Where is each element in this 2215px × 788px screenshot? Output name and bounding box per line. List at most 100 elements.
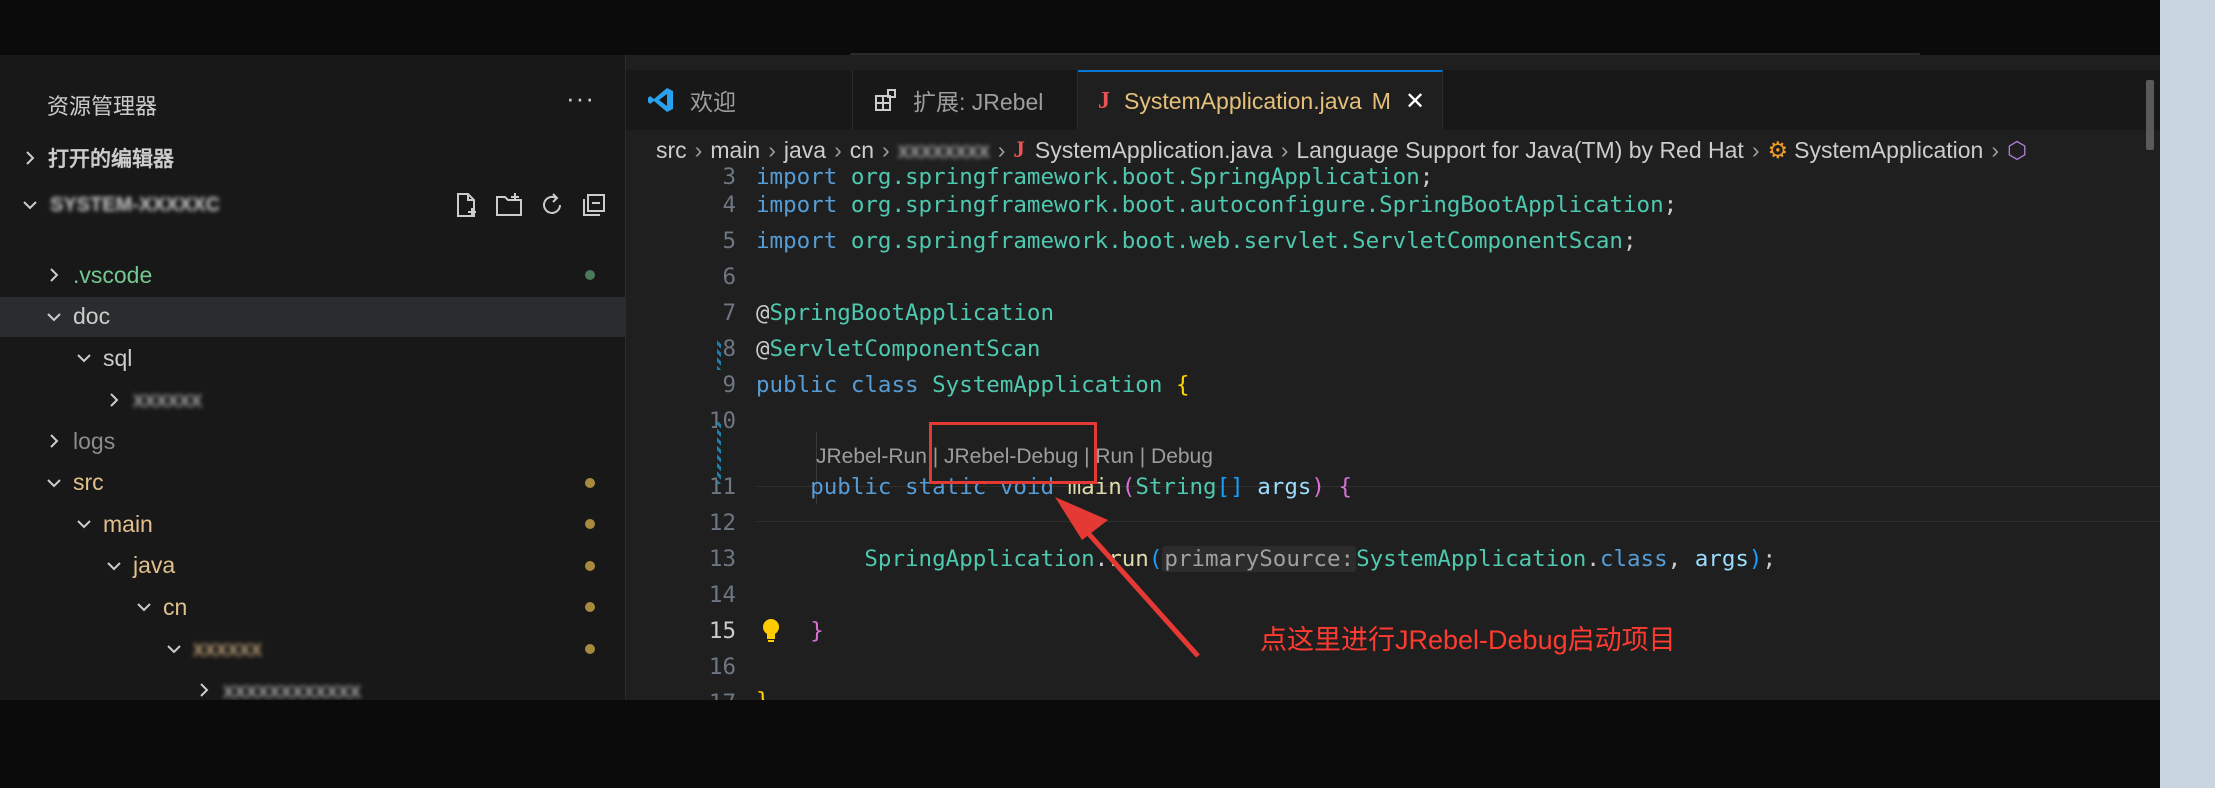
- explorer-actions: [452, 185, 608, 225]
- line-number: 4: [722, 192, 736, 218]
- git-status-dot: [585, 560, 595, 571]
- breadcrumb-item[interactable]: src: [656, 137, 687, 164]
- tree-item[interactable]: src: [0, 463, 625, 503]
- breadcrumb-item[interactable]: SystemApplication: [1794, 137, 1983, 164]
- line-number: 5: [722, 228, 736, 254]
- chevron-right-icon: [43, 430, 65, 452]
- annotation-text: 点这里进行JRebel-Debug启动项目: [1260, 625, 1676, 655]
- chevron-down-icon: [73, 513, 95, 535]
- tree-item[interactable]: main: [0, 504, 625, 544]
- chevron-right-icon: ›: [768, 136, 776, 163]
- modified-indicator: M: [1371, 87, 1391, 114]
- code-line: SpringApplication.run(primarySource:Syst…: [864, 546, 1777, 572]
- desktop-background-strip: [2160, 0, 2215, 788]
- open-editors-label: 打开的编辑器: [48, 148, 174, 171]
- chevron-down-icon: [163, 638, 185, 660]
- tree-item-label: xxxxxx: [193, 635, 262, 661]
- git-status-dot: [585, 519, 595, 529]
- line-number: 12: [708, 510, 736, 536]
- git-status-dot: [585, 477, 595, 488]
- breadcrumb-item[interactable]: cn: [850, 137, 874, 164]
- chevron-right-icon: ›: [1751, 136, 1760, 163]
- annotation-highlight-box: [929, 422, 1097, 484]
- tab-label: 扩展: JRebel: [913, 89, 1044, 115]
- code-line: @ServletComponentScan: [756, 336, 1041, 362]
- tree-item[interactable]: doc: [0, 296, 625, 337]
- code-line: import org.springframework.boot.autoconf…: [756, 192, 1678, 218]
- line-number: 8: [722, 336, 736, 362]
- editor-area: 欢迎 扩展: JRebel J SystemApplication.java M…: [626, 55, 2160, 700]
- vscode-logo-icon: [646, 85, 676, 115]
- lightbulb-icon[interactable]: [758, 616, 784, 644]
- chevron-down-icon: [103, 555, 125, 577]
- tree-item-label: doc: [73, 303, 111, 329]
- chevron-down-icon: [73, 347, 95, 369]
- chevron-right-icon: [103, 389, 125, 411]
- refresh-icon[interactable]: [538, 191, 566, 219]
- line-number: 7: [722, 300, 736, 326]
- line-number: 16: [708, 654, 736, 680]
- breadcrumb-item[interactable]: main: [710, 137, 760, 164]
- line-number: 15: [708, 618, 736, 644]
- git-status-dot: [585, 270, 595, 280]
- chevron-down-icon: [43, 472, 65, 494]
- code-line: }: [756, 688, 770, 700]
- collapse-all-icon[interactable]: [580, 191, 608, 219]
- title-bar: [0, 0, 2160, 56]
- java-icon: J: [1013, 137, 1025, 162]
- tree-item[interactable]: sql: [0, 338, 625, 378]
- tree-item-label: logs: [73, 427, 116, 454]
- close-icon[interactable]: ✕: [1405, 87, 1425, 116]
- code-line: import org.springframework.boot.web.serv…: [756, 228, 1637, 254]
- tab-welcome[interactable]: 欢迎: [626, 70, 853, 130]
- code-line: public class SystemApplication {: [756, 372, 1190, 398]
- tab-label: SystemApplication.java: [1124, 87, 1362, 114]
- open-editors-section[interactable]: 打开的编辑器: [20, 143, 174, 173]
- tree-item[interactable]: cn: [0, 587, 625, 627]
- tree-item-label: main: [103, 510, 153, 537]
- breadcrumb-item[interactable]: java: [784, 137, 826, 164]
- tree-item-label: src: [73, 469, 104, 495]
- line-number: 14: [708, 582, 736, 608]
- gutter-modified-marker: [717, 420, 721, 484]
- chevron-down-icon: [23, 201, 37, 210]
- code-line: @SpringBootApplication: [756, 300, 1055, 326]
- tab-label: 欢迎: [690, 89, 736, 115]
- tab-bar: 欢迎 扩展: JRebel J SystemApplication.java M…: [626, 70, 2160, 130]
- breadcrumb-item[interactable]: xxxxxxxx: [898, 137, 990, 164]
- chevron-right-icon: ›: [882, 136, 890, 163]
- line-number: 13: [708, 546, 736, 572]
- tree-item-label: sql: [103, 344, 133, 371]
- chevron-right-icon: [193, 679, 215, 700]
- tab-system-application-java[interactable]: J SystemApplication.java M ✕: [1078, 70, 1443, 130]
- tree-item[interactable]: java: [0, 546, 625, 586]
- explorer-sidebar: 资源管理器 ··· 打开的编辑器 SYSTEM-XXXXXC .vscode do…: [0, 55, 626, 700]
- chevron-down-icon: [43, 306, 65, 328]
- chevron-right-icon: [26, 151, 35, 165]
- breadcrumb-item[interactable]: Language Support for Java(TM) by Red Hat: [1296, 137, 1743, 164]
- tree-item-label: cn: [163, 593, 188, 620]
- bottom-bar: [0, 700, 2160, 788]
- breadcrumb-item[interactable]: SystemApplication.java: [1035, 137, 1273, 164]
- method-icon: ⬡: [2007, 136, 2028, 163]
- chevron-right-icon: ›: [694, 136, 703, 163]
- tree-item[interactable]: logs: [0, 421, 625, 461]
- new-file-icon[interactable]: [452, 191, 480, 219]
- workspace-root[interactable]: SYSTEM-XXXXXC: [20, 185, 620, 225]
- git-status-dot: [585, 602, 595, 612]
- chevron-down-icon: [133, 596, 155, 618]
- line-number: 11: [708, 474, 736, 500]
- tree-item[interactable]: xxxxxx: [0, 629, 625, 669]
- new-folder-icon[interactable]: [494, 191, 524, 219]
- chevron-right-icon: ›: [834, 136, 842, 163]
- tree-item-label: .vscode: [73, 261, 153, 288]
- line-number: 9: [722, 372, 736, 398]
- tree-item[interactable]: xxxxxxxxxxxx: [0, 670, 625, 700]
- more-actions-icon[interactable]: ···: [566, 83, 595, 114]
- tree-item[interactable]: .vscode: [0, 255, 625, 295]
- git-status-dot: [585, 643, 595, 654]
- tree-item[interactable]: xxxxxx: [0, 380, 625, 420]
- extensions-icon: [873, 87, 899, 113]
- tab-extension-jrebel[interactable]: 扩展: JRebel: [853, 70, 1078, 130]
- chevron-right-icon: ›: [1991, 136, 1999, 163]
